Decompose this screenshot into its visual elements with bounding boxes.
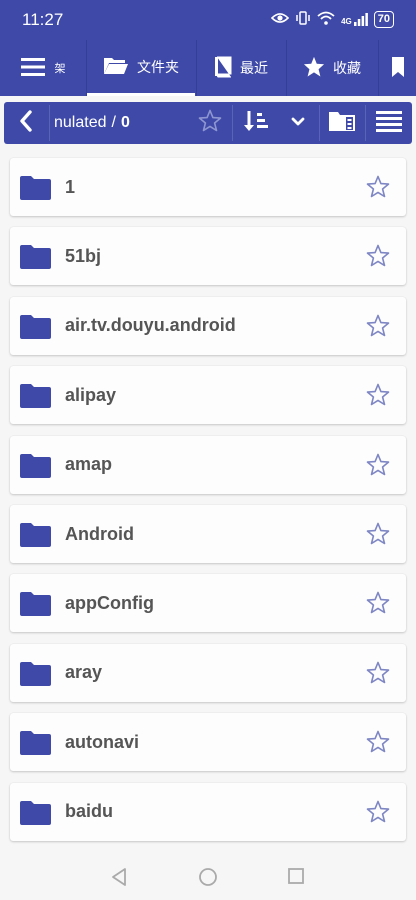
wifi-icon <box>317 11 335 28</box>
system-nav-bar <box>0 850 416 900</box>
folder-icon <box>19 314 52 345</box>
tab-folders-label: 文件夹 <box>137 58 179 75</box>
tab-recent-label: 最近 <box>240 60 268 76</box>
star-outline-icon[interactable] <box>366 244 390 272</box>
folder-row[interactable]: amap <box>10 435 406 494</box>
folder-name: amap <box>65 454 113 475</box>
folder-film-icon <box>328 110 356 137</box>
tab-folders[interactable]: 文件夹 <box>87 40 195 96</box>
status-time: 11:27 <box>22 10 64 29</box>
tab-favorites-label: 收藏 <box>333 60 361 76</box>
breadcrumb-path: nulated <box>54 114 107 131</box>
tab-shelf-label: 架 <box>54 63 66 75</box>
tab-shelf[interactable]: 架 <box>0 40 86 96</box>
star-outline-icon <box>198 109 222 137</box>
folder-row[interactable]: autonavi <box>10 713 406 772</box>
list-icon <box>376 110 402 137</box>
star-outline-icon[interactable] <box>366 175 390 203</box>
cell-signal-icon: 4G <box>341 13 368 26</box>
folder-name: baidu <box>65 801 113 822</box>
folder-name: autonavi <box>65 731 140 752</box>
star-outline-icon[interactable] <box>366 730 390 758</box>
chevron-left-icon <box>19 109 33 137</box>
folder-name: appConfig <box>65 592 154 613</box>
nav-recents-icon[interactable] <box>287 867 305 890</box>
favorite-folder-button[interactable] <box>190 102 230 144</box>
star-icon <box>303 56 325 80</box>
nav-home-icon[interactable] <box>198 867 218 892</box>
folder-name: alipay <box>65 384 117 405</box>
folder-name: 1 <box>65 176 76 197</box>
status-icons: 4G 70 <box>270 11 394 28</box>
chevron-down-icon <box>291 114 305 132</box>
folder-icon <box>19 244 52 275</box>
tab-recent[interactable]: 最近 <box>197 40 285 96</box>
folder-row[interactable]: 51bj <box>10 227 406 286</box>
folder-icon <box>19 175 52 206</box>
folder-row[interactable]: alipay <box>10 366 406 425</box>
folder-icon <box>19 730 52 761</box>
folder-name: Android <box>65 523 134 544</box>
bookmark-icon <box>391 56 405 81</box>
back-button[interactable] <box>4 102 48 144</box>
folder-open-icon <box>103 55 129 78</box>
sort-options-dropdown[interactable] <box>279 102 317 144</box>
sort-button[interactable] <box>233 102 279 144</box>
breadcrumb-separator: / <box>111 114 116 131</box>
eye-icon <box>270 11 290 28</box>
star-outline-icon[interactable] <box>366 383 390 411</box>
battery-indicator: 70 <box>373 11 394 28</box>
folder-icon <box>19 383 52 414</box>
star-outline-icon[interactable] <box>366 661 390 689</box>
star-outline-icon[interactable] <box>366 314 390 342</box>
signal-type-label: 4G <box>341 17 352 26</box>
tab-bookmarks[interactable] <box>379 40 416 96</box>
path-toolbar: nulated / 0 <box>4 102 412 144</box>
list-view-button[interactable] <box>366 102 412 144</box>
sort-descending-icon <box>243 109 269 138</box>
star-outline-icon[interactable] <box>366 591 390 619</box>
folder-row[interactable]: aray <box>10 643 406 702</box>
breadcrumb-level: 0 <box>120 114 130 131</box>
folder-row[interactable]: Android <box>10 505 406 563</box>
menu-icon[interactable] <box>20 57 45 80</box>
star-outline-icon[interactable] <box>366 453 390 481</box>
folder-icon <box>19 800 52 831</box>
status-bar: 11:27 4G 70 <box>0 0 416 40</box>
folder-icon <box>19 591 52 622</box>
folder-row[interactable]: baidu <box>10 782 406 841</box>
nav-back-icon[interactable] <box>110 867 128 892</box>
folder-name: 51bj <box>65 245 102 266</box>
folder-icon <box>19 661 52 692</box>
book-icon <box>214 56 232 81</box>
folder-icon <box>19 522 52 553</box>
folder-icon <box>19 453 52 484</box>
tab-bar: 架 文件夹 最近 收藏 <box>0 40 416 96</box>
star-outline-icon[interactable] <box>366 800 390 828</box>
breadcrumb[interactable]: nulated / 0 <box>54 102 186 144</box>
folder-name: aray <box>65 662 103 683</box>
tab-favorites[interactable]: 收藏 <box>287 40 377 96</box>
folder-view-button[interactable] <box>320 102 364 144</box>
folder-row[interactable]: 1 <box>10 158 406 216</box>
vibrate-icon <box>295 11 311 28</box>
folder-row[interactable]: air.tv.douyu.android <box>10 296 406 355</box>
folder-name: air.tv.douyu.android <box>65 315 236 336</box>
folder-row[interactable]: appConfig <box>10 574 406 633</box>
star-outline-icon[interactable] <box>366 522 390 550</box>
